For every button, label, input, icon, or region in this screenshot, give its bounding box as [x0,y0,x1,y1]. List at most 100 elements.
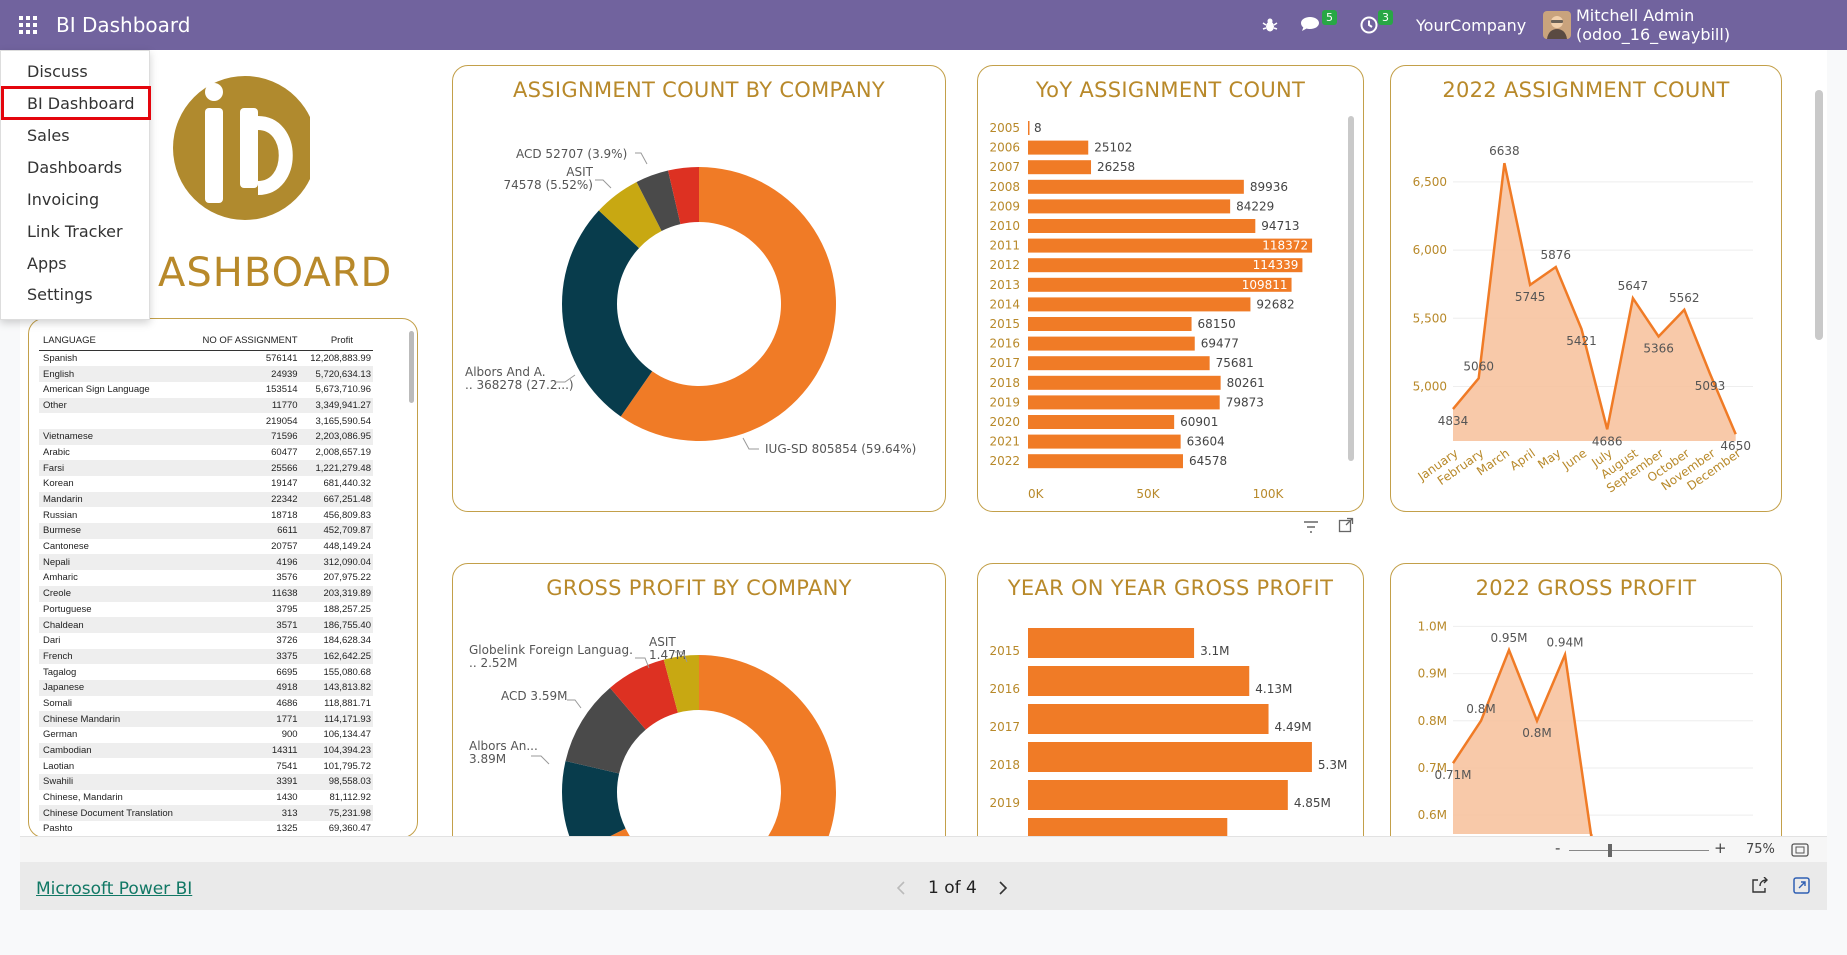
zoom-slider-track[interactable] [1569,850,1709,851]
category-label: 2018 [989,376,1020,390]
table-row[interactable]: Tagalog 6695 155,080.68 [39,664,373,680]
filter-icon[interactable] [1303,518,1319,537]
table-row[interactable]: Russian 18718 456,809.83 [39,507,373,523]
profit-cell: 452,709.87 [299,523,373,539]
fullscreen-icon[interactable] [1793,877,1810,898]
table-row[interactable]: Laotian 7541 101,795.72 [39,758,373,774]
focus-mode-icon[interactable] [1338,517,1354,537]
debug-bug-icon[interactable] [1262,0,1278,50]
axis-tick-label: 5,000 [1413,379,1447,393]
assignment-count-cell: 11770 [188,397,300,414]
slice-label: ACD 3.59M [501,689,568,703]
table-row[interactable]: Swahili 3391 98,558.03 [39,774,373,790]
table-row[interactable]: Chaldean 3571 186,755.40 [39,617,373,633]
table-row[interactable]: English 24939 5,720,634.13 [39,366,373,382]
fit-to-page-icon[interactable] [1791,842,1809,861]
company-switcher[interactable]: YourCompany [1416,0,1526,50]
profit-cell: 114,171.93 [299,711,373,727]
table-row[interactable]: Nepali 4196 312,090.04 [39,554,373,571]
menu-item-discuss[interactable]: Discuss [27,62,88,81]
zoom-slider-thumb[interactable] [1608,844,1612,857]
assignment-count-cell: 153514 [265,384,298,396]
table-row[interactable]: Chinese Mandarin 1771 114,171.93 [39,711,373,727]
messages-icon[interactable] [1300,0,1322,50]
activities-clock-icon[interactable] [1360,0,1378,50]
col-header-language[interactable]: LANGUAGE [39,335,189,351]
table-row[interactable]: Pashto 1325 69,360.47 [39,821,373,837]
bar [1028,628,1195,658]
slice-label: ASIT [566,165,593,179]
menu-item-settings[interactable]: Settings [27,285,93,304]
table-row[interactable]: Portuguese 3795 188,257.25 [39,602,373,618]
page-indicator: 1 of 4 [928,878,977,898]
data-label: 60901 [1180,415,1218,429]
language-cell: Portuguese [43,603,92,615]
col-header-profit[interactable]: Profit [299,335,373,351]
profit-cell: 184,628.34 [323,635,371,647]
profit-cell: 162,642.25 [299,648,373,665]
share-icon[interactable] [1751,876,1769,897]
zoom-in-button[interactable]: + [1714,839,1727,857]
bar [1028,375,1221,390]
category-label: 2010 [989,219,1020,233]
table-row[interactable]: Dari 3726 184,628.34 [39,633,373,649]
menu-item-bi-dashboard[interactable]: BI Dashboard [27,94,135,113]
table-row[interactable]: German 900 106,134.47 [39,727,373,743]
profit-cell: 2,203,086.95 [299,428,373,445]
table-row[interactable]: Chinese Document Translation 313 75,231.98 [39,805,373,822]
table-scrollbar[interactable] [409,331,414,403]
user-avatar[interactable] [1543,0,1571,50]
slice-label: ACD 52707 (3.9%) [516,147,627,161]
area-fill [1453,650,1593,849]
table-row[interactable]: 219054 3,165,590.54 [39,413,373,429]
data-label: 4686 [1592,434,1623,448]
chart-card-yoy-gross-profit: YEAR ON YEAR GROSS PROFIT 2015 3.1M 2016 4.… [977,563,1364,863]
table-row[interactable]: Spanish 576141 12,208,883.99 [39,351,373,367]
next-page-icon[interactable] [998,880,1008,899]
previous-page-icon[interactable] [896,880,906,899]
activities-count-badge: 3 [1378,10,1393,25]
table-row[interactable]: American Sign Language 153514 5,673,710.96 [39,382,373,398]
table-row[interactable]: French 3375 162,642.25 [39,648,373,665]
zoom-out-button[interactable]: - [1555,839,1560,857]
slice-label: 3.89M [469,752,506,766]
menu-item-link-tracker[interactable]: Link Tracker [27,222,123,241]
slice-label: Globelink Foreign Languag. [469,643,633,657]
table-row[interactable]: Creole 11638 203,319.89 [39,585,373,602]
menu-item-invoicing[interactable]: Invoicing [27,190,99,209]
table-row[interactable]: Arabic 60477 2,008,657.19 [39,445,373,461]
axis-tick-label: 0K [1028,487,1045,501]
table-row[interactable]: Burmese 6611 452,709.87 [39,523,373,539]
user-menu[interactable]: Mitchell Admin (odoo_16_ewaybill) [1576,0,1847,50]
table-row[interactable]: Cambodian 14311 104,394.23 [39,742,373,759]
menu-item-apps[interactable]: Apps [27,254,67,273]
apps-menu-icon[interactable] [0,0,56,50]
menu-item-sales[interactable]: Sales [27,126,70,145]
chart-card-yoy-assignments: YoY ASSIGNMENT COUNT 2005 8 2006 25102 2007 2… [977,65,1364,512]
report-scrollbar[interactable] [1815,90,1823,340]
bar [1028,317,1192,331]
table-row[interactable]: Japanese 4918 143,813.82 [39,679,373,696]
data-label: 0.95M [1490,631,1527,645]
table-row[interactable]: Vietnamese 71596 2,203,086.95 [39,428,373,445]
table-row[interactable]: Somali 4686 118,881.71 [39,696,373,712]
table-row[interactable]: Cantonese 20757 448,149.24 [39,539,373,555]
language-cell [39,413,188,429]
powerbi-link[interactable]: Microsoft Power BI [36,879,192,899]
app-title[interactable]: BI Dashboard [56,13,190,37]
table-row[interactable]: Other 11770 3,349,941.27 [39,397,373,414]
table-row[interactable]: Mandarin 22342 667,251.48 [39,491,373,508]
zoom-bar: - + 75% [20,836,1827,862]
table-row[interactable]: Korean 19147 681,440.32 [39,476,373,492]
menu-item-dashboards[interactable]: Dashboards [27,158,122,177]
bar [1028,395,1220,410]
data-label: 84229 [1236,199,1274,213]
table-row[interactable]: Chinese, Mandarin 1430 81,112.92 [39,790,373,806]
table-row[interactable]: Farsi 25566 1,221,279.48 [39,460,373,476]
axis-tick-label: 50K [1136,487,1160,501]
data-label: 75681 [1216,356,1254,370]
table-row[interactable]: Amharic 3576 207,975.22 [39,570,373,586]
col-header-assignments[interactable]: NO OF ASSIGNMENT [188,335,300,351]
category-label: 2017 [989,356,1020,370]
profit-cell: 104,394.23 [299,742,373,759]
